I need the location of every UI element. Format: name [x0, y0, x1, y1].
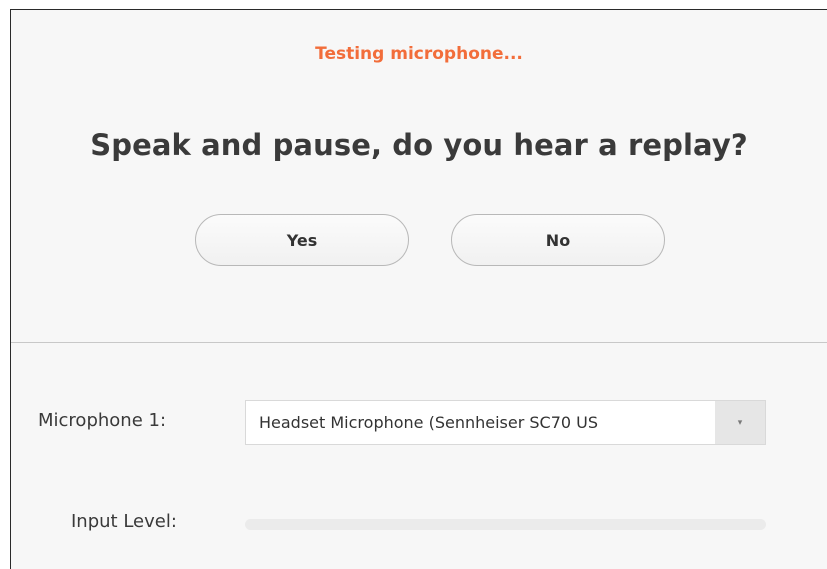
input-level-label: Input Level: — [71, 511, 177, 532]
microphone-select[interactable]: Headset Microphone (Sennheiser SC70 US ▾ — [245, 400, 766, 445]
microphone-label: Microphone 1: — [38, 410, 167, 431]
yes-button-label: Yes — [286, 230, 318, 250]
yes-button[interactable]: Yes — [195, 214, 409, 266]
microphone-test-panel: Testing microphone... Speak and pause, d… — [10, 9, 827, 569]
section-divider — [11, 342, 827, 343]
chevron-down-icon[interactable]: ▾ — [715, 401, 765, 444]
no-button[interactable]: No — [451, 214, 665, 266]
no-button-label: No — [545, 230, 571, 250]
input-level-meter — [245, 519, 766, 530]
microphone-select-value: Headset Microphone (Sennheiser SC70 US — [259, 413, 599, 432]
replay-question: Speak and pause, do you hear a replay? — [90, 128, 748, 162]
testing-status: Testing microphone... — [315, 44, 523, 64]
